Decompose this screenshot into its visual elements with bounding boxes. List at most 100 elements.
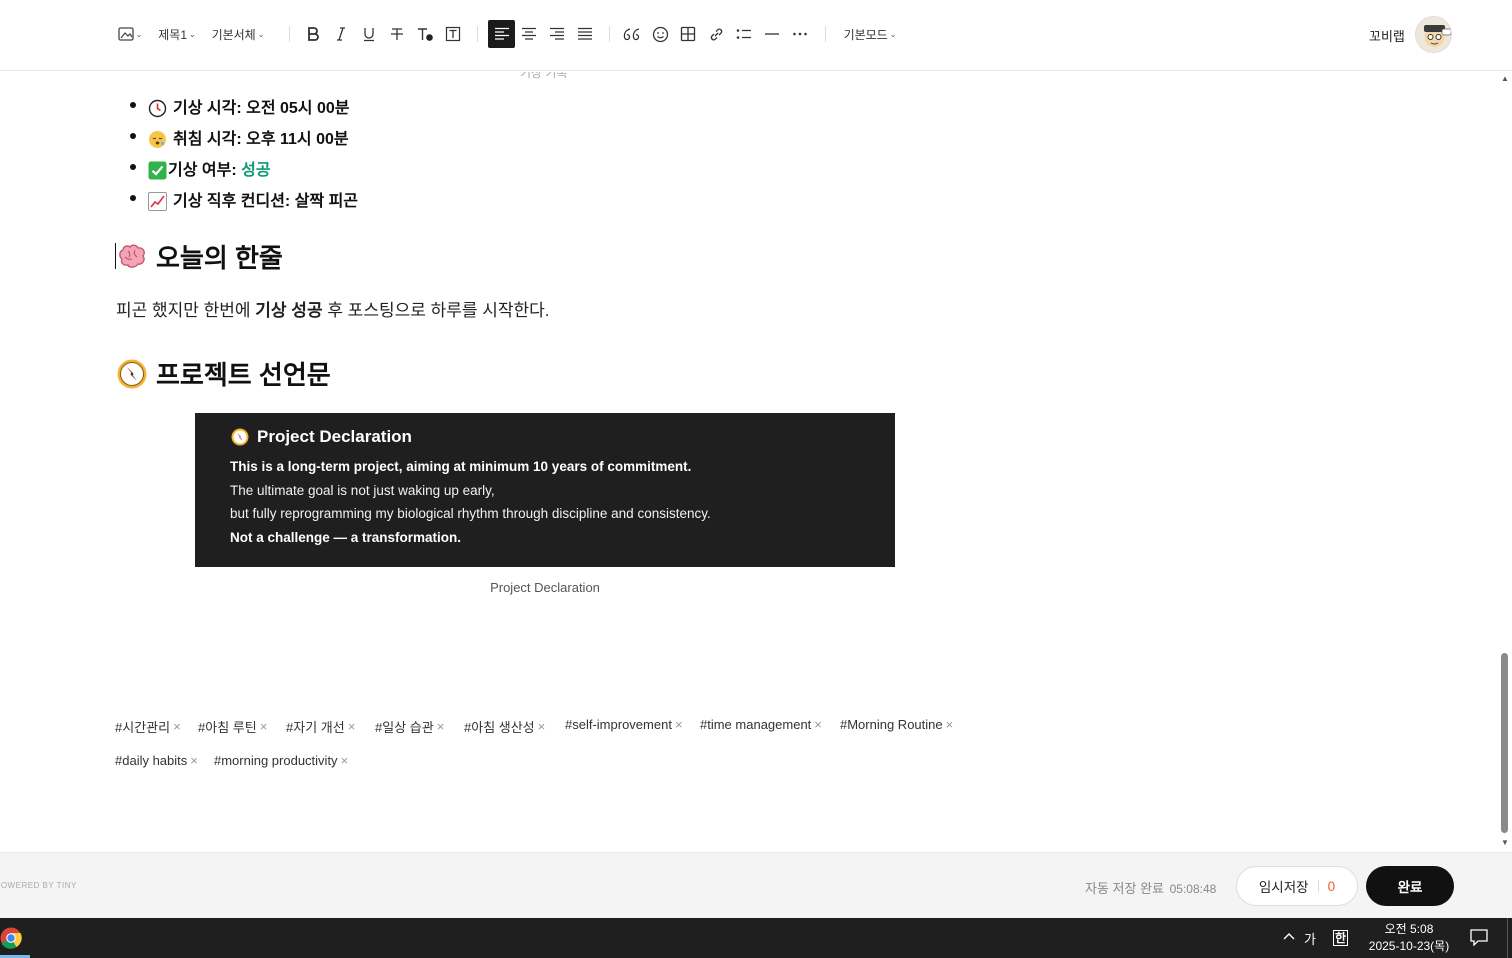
tag-label: #아침 루틴 [198, 720, 257, 735]
paragraph[interactable]: 피곤 했지만 한번에 기상 성공 후 포스팅으로 하루를 시작한다. [116, 296, 550, 321]
close-icon[interactable]: × [946, 717, 954, 732]
image-title: Project Declaration [231, 427, 412, 447]
ime-language[interactable]: 가 [1304, 929, 1316, 948]
align-right-button[interactable] [544, 20, 570, 48]
link-button[interactable] [703, 20, 729, 48]
declaration-image[interactable]: Project Declaration This is a long-term … [195, 413, 895, 567]
tag-item[interactable]: #morning productivity × [214, 753, 348, 768]
paragraph-text: 후 포스팅으로 하루를 시작한다. [322, 301, 550, 320]
align-center-button[interactable] [516, 20, 542, 48]
text-background-button[interactable] [440, 20, 466, 48]
divider [1317, 880, 1319, 892]
quote-icon [623, 28, 640, 41]
align-justify-button[interactable] [572, 20, 598, 48]
tag-item[interactable]: #Morning Routine × [840, 717, 953, 732]
heading-select-value: 제목1 [158, 27, 188, 42]
scroll-down-arrow-icon[interactable]: ▼ [1500, 838, 1510, 848]
close-icon[interactable]: × [538, 719, 546, 734]
system-clock[interactable]: 오전 5:08 2025-10-23(목) [1366, 921, 1452, 955]
chevron-up-icon[interactable] [1282, 929, 1296, 946]
image-insert-button[interactable]: ⌄ [114, 20, 146, 48]
windows-taskbar: 가 한 오전 5:08 2025-10-23(목) [0, 918, 1512, 958]
bed-time-text: 취침 시각: 오후 11시 00분 [173, 130, 349, 148]
image-caption[interactable]: Project Declaration [195, 580, 895, 595]
close-icon[interactable]: × [260, 719, 268, 734]
strikethrough-icon [391, 28, 403, 40]
close-icon[interactable]: × [675, 717, 683, 732]
section-heading-declaration[interactable]: 프로젝트 선언문 [116, 355, 331, 392]
tag-item[interactable]: #아침 루틴 × [198, 717, 267, 736]
editor-content[interactable]: 기상 기록 기상 시각: 오전 05시 00분 취침 시각: 오후 11시 00… [0, 72, 1498, 852]
more-options-button[interactable] [787, 20, 813, 48]
compass-icon [116, 358, 148, 390]
tag-item[interactable]: #일상 습관 × [375, 717, 444, 736]
scrollbar-thumb[interactable] [1501, 653, 1508, 833]
list-item[interactable]: 기상 시각: 오전 05시 00분 [130, 93, 358, 124]
italic-button[interactable] [328, 20, 354, 48]
paragraph-bold: 기상 성공 [255, 301, 323, 320]
bulleted-list-button[interactable] [731, 20, 757, 48]
italic-icon [337, 27, 345, 41]
bulleted-list-icon [736, 29, 751, 39]
align-left-button[interactable] [488, 20, 515, 48]
horizontal-line-icon [765, 33, 779, 35]
compass-icon [231, 428, 249, 446]
publish-button[interactable]: 완료 [1366, 866, 1454, 906]
close-icon[interactable]: × [814, 717, 822, 732]
font-select[interactable]: 기본서체 ⌄ [208, 20, 268, 48]
list-item[interactable]: 기상 직후 컨디션: 살짝 피곤 [130, 186, 358, 217]
notification-icon[interactable] [1470, 929, 1488, 951]
close-icon[interactable]: × [190, 753, 198, 768]
horizontal-line-button[interactable] [759, 20, 785, 48]
tag-item[interactable]: #시간관리 × [115, 717, 181, 736]
align-center-icon [522, 27, 536, 40]
image-line-1: This is a long-term project, aiming at m… [230, 459, 692, 474]
section-heading-today[interactable]: 오늘의 한줄 [116, 238, 283, 275]
align-right-icon [550, 27, 564, 40]
tag-item[interactable]: #time management × [700, 717, 822, 732]
close-icon[interactable]: × [348, 719, 356, 734]
tag-item[interactable]: #자기 개선 × [286, 717, 355, 736]
emoji-button[interactable] [647, 20, 673, 48]
tag-item[interactable]: #self-improvement × [565, 717, 683, 732]
scroll-up-arrow-icon[interactable]: ▲ [1500, 74, 1510, 84]
editor-toolbar: ⌄ 제목1 ⌄ 기본서체 ⌄ 기본모드 ⌄ 꼬비랩 [0, 0, 1512, 71]
tag-label: #time management [700, 717, 812, 732]
user-name[interactable]: 꼬비랩 [1369, 26, 1405, 45]
clock-time: 오전 5:08 [1384, 922, 1434, 936]
close-icon[interactable]: × [173, 719, 181, 734]
heading-select[interactable]: 제목1 ⌄ [156, 20, 198, 48]
show-desktop-button[interactable] [1507, 918, 1508, 958]
mode-select[interactable]: 기본모드 ⌄ [840, 20, 900, 48]
chrome-icon[interactable] [0, 927, 22, 949]
tag-label: #자기 개선 [286, 720, 345, 735]
list-item[interactable]: 기상 여부: 성공 [130, 155, 358, 186]
list-item[interactable]: 취침 시각: 오후 11시 00분 [130, 124, 358, 155]
save-draft-button[interactable]: 임시저장 0 [1236, 866, 1358, 906]
image-line-3: but fully reprogramming my biological rh… [230, 506, 711, 521]
tag-item[interactable]: #아침 생산성 × [464, 717, 545, 736]
underline-button[interactable] [356, 20, 382, 48]
check-mark-icon [148, 161, 167, 180]
close-icon[interactable]: × [437, 719, 445, 734]
editor-footer: POWERED BY TINY 자동 저장 완료 05:08:48 임시저장 0… [0, 852, 1512, 918]
bold-icon [308, 27, 319, 41]
ime-mode[interactable]: 한 [1333, 929, 1349, 946]
section-heading-text: 오늘의 한줄 [156, 243, 283, 273]
text-color-button[interactable] [412, 20, 438, 48]
table-button[interactable] [675, 20, 701, 48]
strikethrough-button[interactable] [384, 20, 410, 48]
bold-button[interactable] [300, 20, 326, 48]
avatar[interactable] [1415, 16, 1452, 53]
save-draft-label: 임시저장 [1258, 880, 1309, 895]
tag-label: #Morning Routine [840, 717, 943, 732]
quote-button[interactable] [619, 20, 645, 48]
wake-status-label: 기상 여부: [168, 161, 242, 179]
close-icon[interactable]: × [341, 753, 349, 768]
powered-by-text[interactable]: POWERED BY TINY [0, 881, 77, 890]
tag-item[interactable]: #daily habits × [115, 753, 198, 768]
more-horizontal-icon [793, 32, 807, 36]
draft-count[interactable]: 0 [1328, 879, 1336, 894]
align-left-icon [494, 27, 509, 40]
clock-date: 2025-10-23(목) [1368, 939, 1450, 953]
